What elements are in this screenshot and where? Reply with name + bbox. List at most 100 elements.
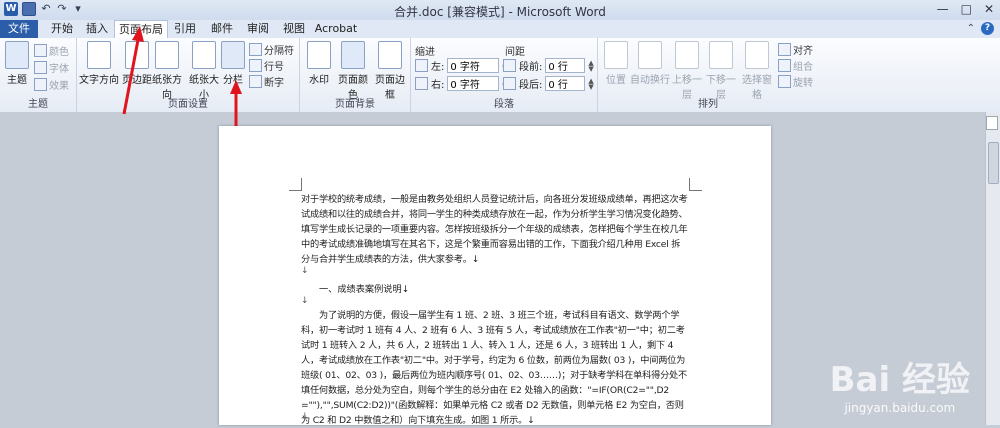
page-borders-button[interactable]: 页面边框 xyxy=(372,41,408,101)
align-icon xyxy=(778,43,791,56)
tab-mailings[interactable]: 邮件 xyxy=(204,20,240,38)
paragraph-mark: ↓ xyxy=(301,266,309,276)
spacing-after-icon xyxy=(503,77,516,90)
tab-acrobat[interactable]: Acrobat xyxy=(312,20,360,38)
indent-right-input[interactable] xyxy=(447,76,500,91)
ruler-toggle-icon[interactable] xyxy=(986,116,998,130)
vertical-scrollbar[interactable] xyxy=(985,112,1000,425)
send-backward-button[interactable]: 下移一层 xyxy=(704,41,738,101)
spacing-before-input[interactable] xyxy=(545,58,586,73)
paragraph-case[interactable]: 为了说明的方便，假设一届学生有 1 班、2 班、3 班三个班，考试科目有语文、数… xyxy=(301,308,689,428)
columns-button[interactable]: 分栏 xyxy=(221,41,245,86)
wrap-text-icon xyxy=(638,41,662,69)
group-objects-icon xyxy=(778,59,791,72)
group-label-arrange: 排列 xyxy=(698,99,718,110)
ribbon: 主题 颜色 字体 效果 主题 文字方向 页边距 纸张方向 纸张大小 分栏 分隔符… xyxy=(0,38,1000,113)
document-page[interactable]: 对于学校的统考成绩，一般是由教务处组织人员登记统计后，向各班分发班级成绩单，再把… xyxy=(219,126,771,428)
group-label-page-setup: 页面设置 xyxy=(168,99,208,110)
page-borders-icon xyxy=(378,41,402,69)
maximize-button[interactable]: □ xyxy=(961,2,972,16)
page-color-button[interactable]: 页面颜色 xyxy=(334,41,372,101)
tab-file[interactable]: 文件 xyxy=(0,20,38,38)
bring-forward-button[interactable]: 上移一层 xyxy=(670,41,704,101)
indent-left-input[interactable] xyxy=(447,58,500,73)
indent-right-icon xyxy=(415,77,428,90)
help-icon[interactable]: ? xyxy=(981,22,994,35)
breaks-icon xyxy=(249,43,262,56)
theme-fonts-button[interactable]: 字体 xyxy=(34,60,69,75)
effects-icon xyxy=(34,78,47,91)
tab-page-layout[interactable]: 页面布局 xyxy=(114,20,168,40)
line-numbers-icon xyxy=(249,59,262,72)
page-color-icon xyxy=(341,41,365,69)
size-button[interactable]: 纸张大小 xyxy=(185,41,223,101)
selection-pane-button[interactable]: 选择窗格 xyxy=(738,41,776,101)
indent-right-field: 右: ▲▼ xyxy=(415,76,508,91)
spacing-before-spinner[interactable]: ▲ ▼ xyxy=(588,59,593,72)
title-bar: W ↶ ↷ ▾ 合并.doc [兼容模式] - Microsoft Word —… xyxy=(0,0,1000,20)
tab-row-icons: ⌃ ? xyxy=(967,22,994,35)
watermark-brand: Bai 经验 xyxy=(829,360,970,400)
tab-references[interactable]: 引用 xyxy=(168,20,202,38)
align-button[interactable]: 对齐 xyxy=(778,42,813,57)
crop-mark-left xyxy=(289,178,302,191)
indent-left-field: 左: ▲▼ xyxy=(415,58,508,73)
group-label-page-background: 页面背景 xyxy=(335,99,375,110)
rotate-icon xyxy=(778,75,791,88)
themes-icon xyxy=(5,41,29,69)
line-numbers-button[interactable]: 行号 xyxy=(249,58,284,73)
send-backward-icon xyxy=(709,41,733,69)
section-heading[interactable]: 一、成绩表案例说明↓ xyxy=(319,281,409,295)
close-button[interactable]: ✕ xyxy=(984,2,994,16)
watermark-url: jingyan.baidu.com xyxy=(844,401,956,415)
spacing-after-spinner[interactable]: ▲ ▼ xyxy=(588,77,593,90)
position-button[interactable]: 位置 xyxy=(602,41,630,86)
spacing-after-field: 段后: ▲▼ xyxy=(503,76,594,91)
wrap-text-button[interactable]: 自动换行 xyxy=(630,41,670,86)
baidu-watermark: Bai 经验 jingyan.baidu.com xyxy=(830,352,970,415)
spacing-before-field: 段前: ▲▼ xyxy=(503,58,594,73)
theme-effects-button[interactable]: 效果 xyxy=(34,77,69,92)
scrollbar-thumb[interactable] xyxy=(988,142,999,184)
columns-icon xyxy=(221,41,245,69)
paragraph-mark-end: ↓ xyxy=(301,412,309,422)
text-direction-icon xyxy=(87,41,111,69)
indent-header: 缩进 xyxy=(415,47,435,58)
colors-icon xyxy=(34,44,47,57)
group-paragraph: 缩进 左: ▲▼ 右: ▲▼ 间距 段前: ▲▼ 段后: ▲▼ 段落 xyxy=(411,38,598,112)
group-objects-button[interactable]: 组合 xyxy=(778,58,813,73)
watermark-button[interactable]: 水印 xyxy=(304,41,334,86)
group-label-themes: 主题 xyxy=(28,99,48,110)
theme-colors-button[interactable]: 颜色 xyxy=(34,43,69,58)
breaks-button[interactable]: 分隔符 xyxy=(249,42,294,57)
indent-left-icon xyxy=(415,59,428,72)
crop-mark-right xyxy=(689,178,702,191)
tab-home[interactable]: 开始 xyxy=(42,20,82,38)
watermark-icon xyxy=(307,41,331,69)
spacing-header: 间距 xyxy=(505,47,525,58)
position-icon xyxy=(604,41,628,69)
collapse-ribbon-icon[interactable]: ⌃ xyxy=(967,23,975,34)
size-icon xyxy=(192,41,216,69)
rotate-button[interactable]: 旋转 xyxy=(778,74,813,89)
spacing-after-input[interactable] xyxy=(545,76,586,91)
tab-review[interactable]: 审阅 xyxy=(240,20,276,38)
orientation-button[interactable]: 纸张方向 xyxy=(149,41,185,101)
fonts-icon xyxy=(34,61,47,74)
paragraph-intro[interactable]: 对于学校的统考成绩，一般是由教务处组织人员登记统计后，向各班分发班级成绩单，再把… xyxy=(301,192,689,267)
tab-insert[interactable]: 插入 xyxy=(80,20,114,38)
margins-icon xyxy=(125,41,149,69)
group-themes: 主题 颜色 字体 效果 主题 xyxy=(0,38,77,112)
selection-pane-icon xyxy=(745,41,769,69)
group-page-setup: 文字方向 页边距 纸张方向 纸张大小 分栏 分隔符 行号 断字 页面设置 xyxy=(77,38,300,112)
group-label-paragraph: 段落 xyxy=(494,99,514,110)
window-controls: — □ ✕ xyxy=(937,2,994,16)
minimize-button[interactable]: — xyxy=(937,2,949,16)
tab-view[interactable]: 视图 xyxy=(276,20,312,38)
ribbon-tabs: 文件 开始 插入 页面布局 引用 邮件 审阅 视图 Acrobat ⌃ ? xyxy=(0,20,1000,40)
orientation-icon xyxy=(155,41,179,69)
hyphenation-button[interactable]: 断字 xyxy=(249,74,284,89)
hyphenation-icon xyxy=(249,75,262,88)
text-direction-button[interactable]: 文字方向 xyxy=(79,41,119,86)
themes-button[interactable]: 主题 xyxy=(4,41,30,86)
